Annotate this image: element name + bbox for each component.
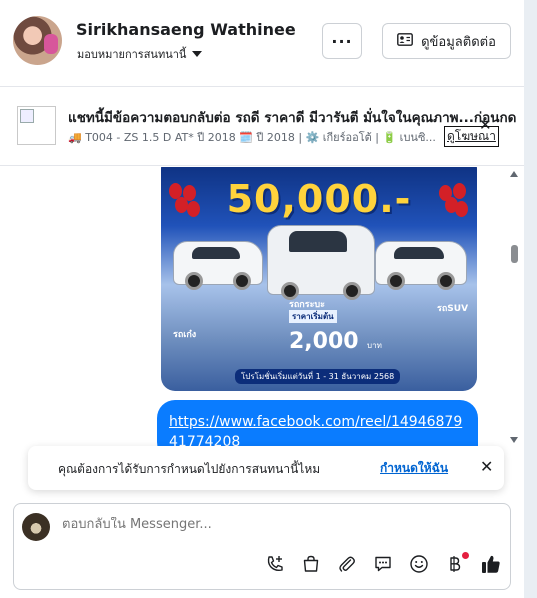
reply-composer <box>13 503 511 590</box>
paperclip-icon[interactable] <box>329 550 365 578</box>
thread-scrollbar[interactable] <box>508 171 520 447</box>
phone-plus-icon[interactable] <box>257 550 293 578</box>
close-icon[interactable]: ✕ <box>480 457 493 476</box>
reply-input[interactable] <box>62 517 362 532</box>
promo-price: 50,000.- <box>226 177 412 221</box>
scroll-up-icon[interactable] <box>510 171 518 177</box>
more-icon: ··· <box>331 31 353 51</box>
category-pickup: รถกระบะ <box>289 300 325 310</box>
assign-conversation-dropdown[interactable]: มอบหมายการสนทนานี้ <box>77 45 203 63</box>
promo-period: โปรโมชั่นเริ่มแต่วันที่ 1 - 31 ธันวาคม 2… <box>235 369 401 384</box>
ad-image-message[interactable]: 50,000.- รถเก๋ง รถกระบะ รถSUV ราคาเริ่มต… <box>161 167 477 391</box>
price-small: 2,000 <box>289 329 359 354</box>
balloons-right <box>439 183 473 243</box>
saved-reply-icon[interactable] <box>365 550 401 578</box>
right-edge-panel <box>524 0 537 598</box>
category-suv: รถSUV <box>437 304 469 314</box>
shopping-bag-icon[interactable] <box>293 550 329 578</box>
notification-dot <box>462 552 469 559</box>
assign-prompt-text: คุณต้องการได้รับการกำหนดไปยังการสนทนานี้… <box>58 462 321 476</box>
scroll-thumb[interactable] <box>511 245 518 263</box>
composer-toolbar <box>257 550 509 578</box>
price-sub-label: ราคาเริ่มต้น <box>289 310 337 323</box>
more-options-button[interactable]: ··· <box>322 23 362 59</box>
ad-title: แชทนี้มีข้อความตอบกลับต่อ รถดี ราคาดี มี… <box>68 110 517 126</box>
conversation-header: Sirikhansaeng Wathinee มอบหมายการสนทนานี… <box>0 0 524 87</box>
contact-avatar[interactable] <box>13 16 62 65</box>
contact-name[interactable]: Sirikhansaeng Wathinee <box>76 20 296 39</box>
conversation-panel: Sirikhansaeng Wathinee มอบหมายการสนทนานี… <box>0 0 524 598</box>
ad-subtitle: 🚚 T004 - ZS 1.5 D AT* ปี 2018 🗓️ ปี 2018… <box>68 131 436 144</box>
car-pickup <box>267 225 375 300</box>
like-icon[interactable] <box>473 550 509 578</box>
assign-label: มอบหมายการสนทนานี้ <box>77 48 187 61</box>
chevron-down-icon <box>192 51 203 57</box>
contact-button-label: ดูข้อมูลติดต่อ <box>421 34 496 50</box>
category-sedan: รถเก๋ง <box>173 330 197 340</box>
scroll-down-icon[interactable] <box>510 437 518 443</box>
view-ad-link[interactable]: ดูโฆษณา <box>444 126 499 147</box>
car-suv <box>375 241 467 290</box>
baht-icon[interactable] <box>437 550 473 578</box>
price-unit: บาท <box>367 341 382 350</box>
balloons-left <box>169 183 203 243</box>
view-contact-info-button[interactable]: ดูข้อมูลติดต่อ <box>382 23 511 59</box>
emoji-icon[interactable] <box>401 550 437 578</box>
contact-card-icon <box>397 32 413 50</box>
assign-to-me-link[interactable]: กำหนดให้ฉัน <box>380 459 448 478</box>
assign-prompt-banner: คุณต้องการได้รับการกำหนดไปยังการสนทนานี้… <box>28 446 504 490</box>
car-sedan <box>173 241 263 290</box>
page-avatar <box>22 513 50 541</box>
ad-context-bar: แชทนี้มีข้อความตอบกลับต่อ รถดี ราคาดี มี… <box>0 88 524 166</box>
ad-thumbnail <box>17 106 56 145</box>
